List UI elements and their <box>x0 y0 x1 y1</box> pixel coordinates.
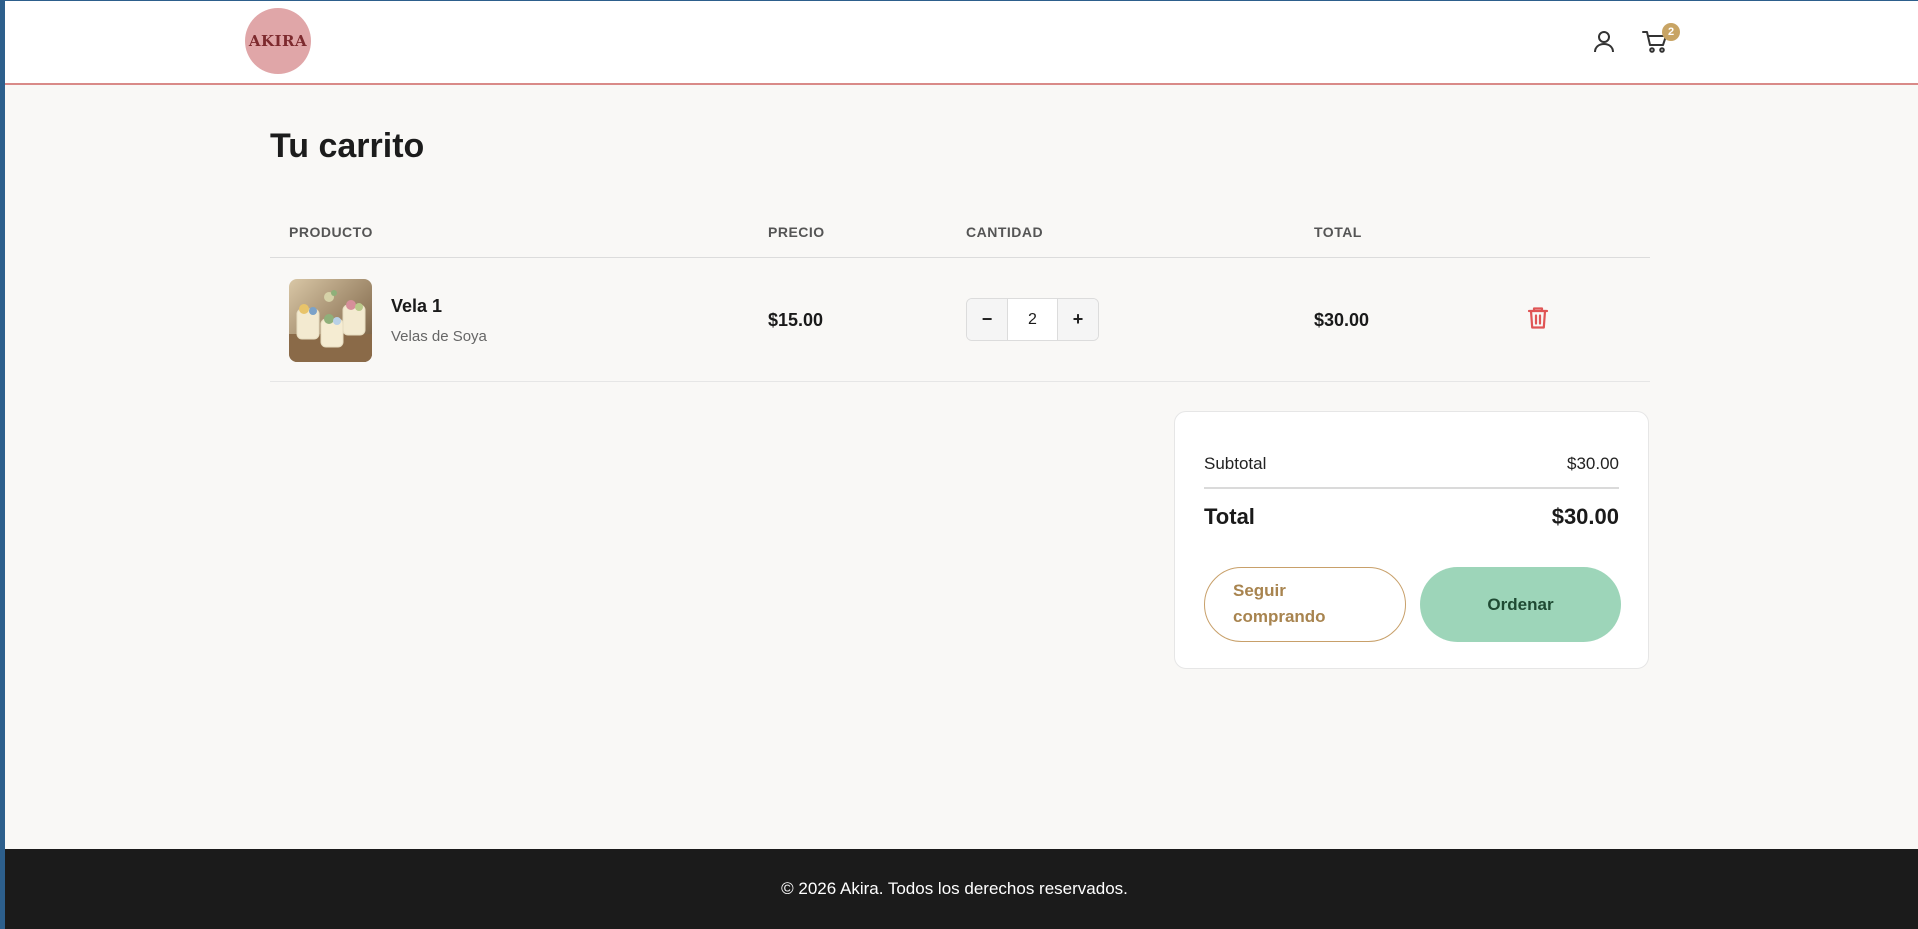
product-name[interactable]: Vela 1 <box>391 296 442 317</box>
table-row-divider <box>270 381 1650 382</box>
product-image[interactable] <box>289 279 372 362</box>
column-header-price: PRECIO <box>768 224 825 240</box>
trash-icon[interactable] <box>1526 305 1550 331</box>
total-value: $30.00 <box>1551 504 1619 529</box>
subtotal-label: Subtotal <box>1204 454 1267 473</box>
subtotal-value: $30.00 <box>1567 454 1619 473</box>
quantity-value[interactable]: 2 <box>1007 299 1058 340</box>
total-label: Total <box>1204 504 1255 529</box>
order-button[interactable]: Ordenar <box>1420 567 1621 642</box>
column-header-total: TOTAL <box>1314 224 1362 240</box>
row-total: $30.00 <box>1314 310 1370 330</box>
site-footer: © 2026 Akira. Todos los derechos reserva… <box>5 849 1918 929</box>
increment-button[interactable]: + <box>1058 299 1098 340</box>
logo-text: AKIRA <box>248 32 308 50</box>
footer-copyright: © 2026 Akira. Todos los derechos reserva… <box>781 879 1128 898</box>
cart-count-badge: 2 <box>1662 23 1680 41</box>
app-window: AKIRA 2 Tu carrito PRODUCTO PRECIO CANTI… <box>5 1 1918 929</box>
product-price: $15.00 <box>768 310 824 330</box>
quantity-stepper: − 2 + <box>966 298 1099 341</box>
site-header: AKIRA 2 <box>5 1 1918 85</box>
column-header-product: PRODUCTO <box>289 224 373 240</box>
user-icon[interactable] <box>1589 27 1619 57</box>
decrement-button[interactable]: − <box>967 299 1007 340</box>
continue-shopping-button[interactable]: Seguir comprando <box>1204 567 1406 642</box>
logo[interactable]: AKIRA <box>245 8 311 74</box>
column-header-quantity: CANTIDAD <box>966 224 1044 240</box>
summary-divider <box>1204 487 1619 489</box>
product-category: Velas de Soya <box>391 328 487 345</box>
order-summary-card: Subtotal $30.00 Total $30.00 Seguir comp… <box>1174 411 1649 669</box>
page-title: Tu carrito <box>270 127 425 165</box>
table-header-divider <box>270 257 1650 258</box>
